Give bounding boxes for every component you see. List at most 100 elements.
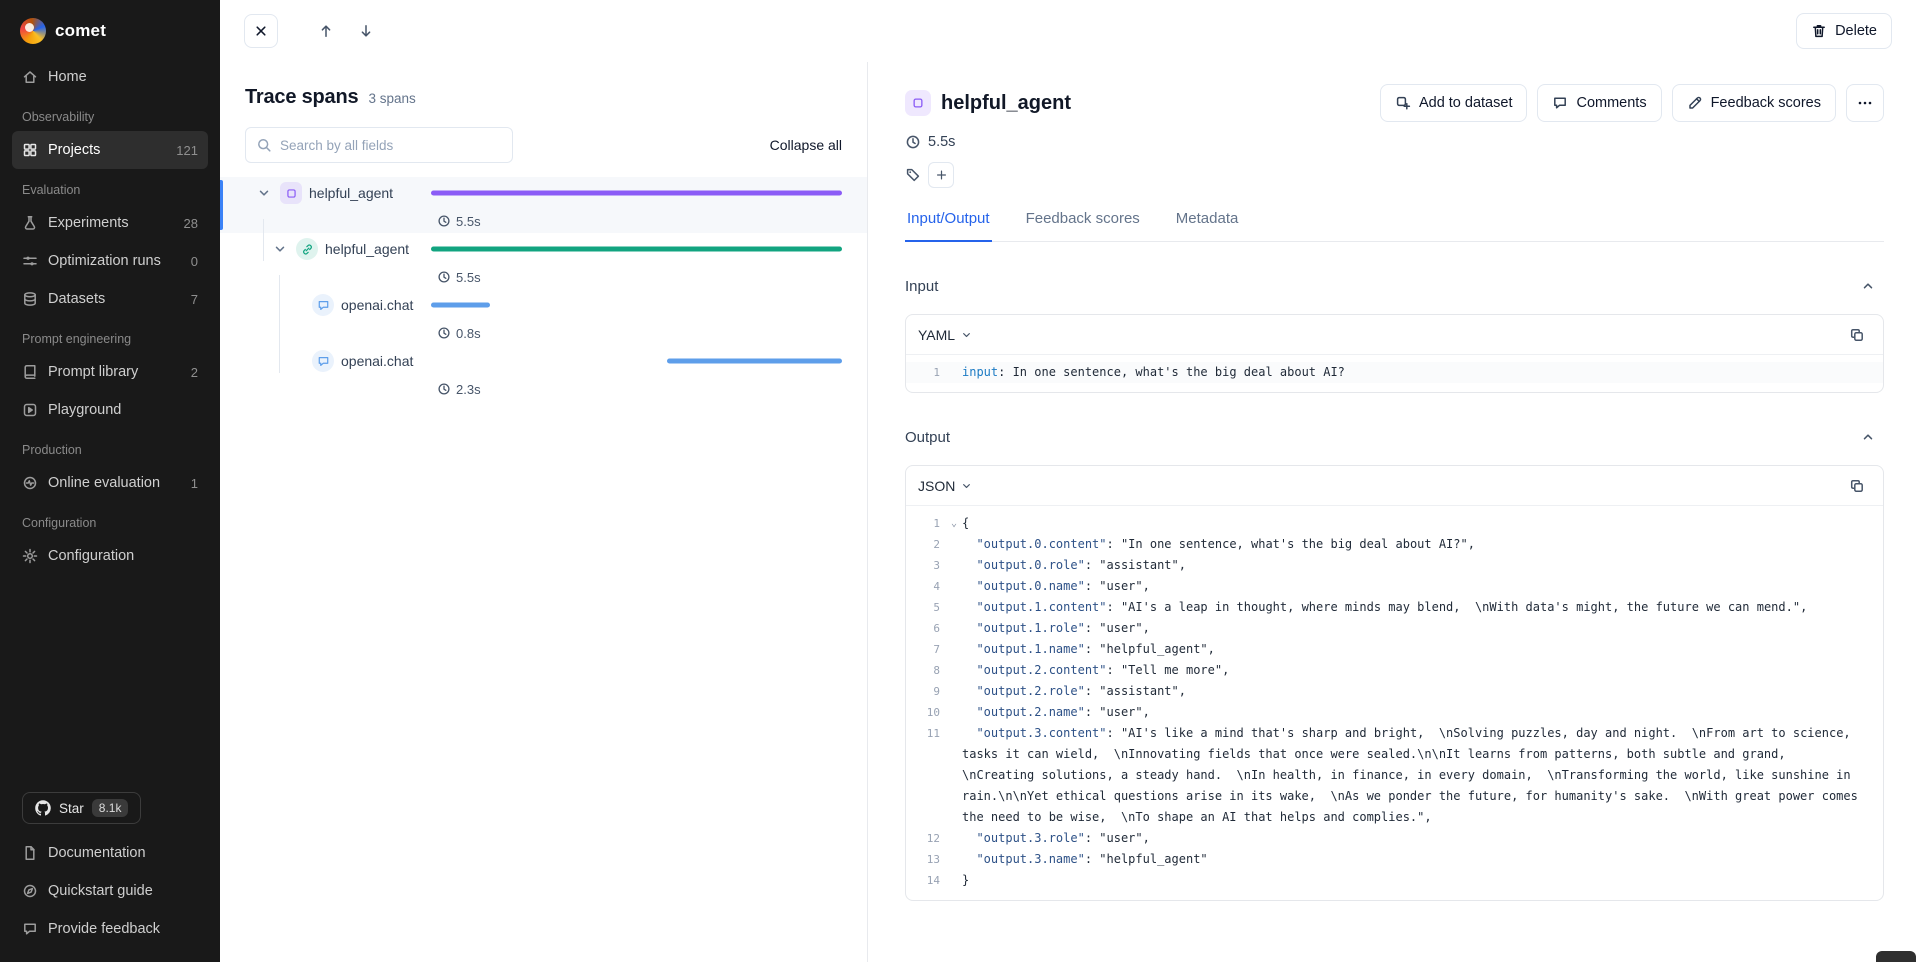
flask-icon xyxy=(22,215,38,231)
sidebar-item-datasets[interactable]: Datasets7 xyxy=(12,280,208,318)
chat-widget[interactable] xyxy=(1876,951,1916,962)
add-to-dataset-label: Add to dataset xyxy=(1419,95,1513,111)
comments-button[interactable]: Comments xyxy=(1537,84,1661,122)
comet-logo-text: comet xyxy=(55,21,106,41)
span-duration: 5.5s xyxy=(456,270,481,285)
code-line: 4 "output.0.name": "user", xyxy=(906,576,1883,597)
sidebar-section-label-observability: Observability xyxy=(12,96,208,131)
code-text: { xyxy=(962,513,1883,534)
code-line: 9 "output.2.role": "assistant", xyxy=(906,681,1883,702)
expand-chevron-button[interactable] xyxy=(271,240,289,258)
span-duration-bar[interactable] xyxy=(667,359,842,364)
copy-output-button[interactable] xyxy=(1843,472,1871,500)
line-number: 9 xyxy=(906,681,946,702)
chevron-down-icon xyxy=(960,328,973,341)
chain-icon xyxy=(296,238,318,260)
line-number: 10 xyxy=(906,702,946,723)
span-duration-bar[interactable] xyxy=(431,303,490,308)
span-row-openai-chat[interactable]: openai.chat2.3s xyxy=(220,345,867,401)
tab-input-output[interactable]: Input/Output xyxy=(905,210,992,242)
span-duration-bar[interactable] xyxy=(431,247,842,252)
feedback-scores-button[interactable]: Feedback scores xyxy=(1672,84,1836,122)
trace-icon xyxy=(280,182,302,204)
line-number: 12 xyxy=(906,828,946,849)
arrow-up-icon xyxy=(318,23,334,39)
add-tag-button[interactable] xyxy=(928,162,954,188)
sidebar-footer: Star 8.1k DocumentationQuickstart guideP… xyxy=(0,782,220,962)
code-line: 2 "output.0.content": "In one sentence, … xyxy=(906,534,1883,555)
spans-search-input[interactable] xyxy=(280,138,502,153)
collapse-output-button[interactable] xyxy=(1852,421,1884,453)
line-number: 6 xyxy=(906,618,946,639)
tree-connector xyxy=(263,219,264,261)
input-format-select[interactable]: YAML xyxy=(918,327,973,343)
sidebar-item-configuration[interactable]: Configuration xyxy=(12,537,208,575)
trace-type-icon xyxy=(910,95,926,111)
code-line: 1⌄{ xyxy=(906,513,1883,534)
plus-icon xyxy=(935,169,948,182)
fold-caret[interactable]: ⌄ xyxy=(946,513,962,534)
input-format-value: YAML xyxy=(918,327,955,343)
sidebar-item-documentation[interactable]: Documentation xyxy=(12,834,208,872)
sidebar-item-count: 121 xyxy=(176,143,198,158)
trace-spans-count: 3 spans xyxy=(368,91,415,106)
line-number: 11 xyxy=(906,723,946,828)
tab-feedback-scores[interactable]: Feedback scores xyxy=(1024,210,1142,242)
fold-caret xyxy=(946,870,962,891)
code-line: 5 "output.1.content": "AI's a leap in th… xyxy=(906,597,1883,618)
comet-logo[interactable]: comet xyxy=(0,0,220,52)
output-format-select[interactable]: JSON xyxy=(918,478,973,494)
fold-caret xyxy=(946,576,962,597)
sidebar-item-quickstart-guide[interactable]: Quickstart guide xyxy=(12,872,208,910)
detail-tabs: Input/Output Feedback scores Metadata xyxy=(905,210,1884,242)
sidebar-item-label: Projects xyxy=(48,142,100,158)
sidebar-item-online-evaluation[interactable]: Online evaluation1 xyxy=(12,464,208,502)
code-line: 12 "output.3.role": "user", xyxy=(906,828,1883,849)
code-line: 10 "output.2.name": "user", xyxy=(906,702,1883,723)
input-section: Input YAML 1input: In one sentence, what… xyxy=(905,270,1884,393)
span-duration-bar[interactable] xyxy=(431,191,842,196)
next-trace-button[interactable] xyxy=(350,15,382,47)
trace-spans-title: Trace spans xyxy=(245,86,358,109)
sidebar-nav: HomeObservabilityProjects121EvaluationEx… xyxy=(0,52,220,782)
span-row-helpful-agent[interactable]: helpful_agent5.5s xyxy=(220,233,867,289)
close-button[interactable] xyxy=(244,14,278,48)
edit-icon xyxy=(1687,95,1703,111)
code-text: input: In one sentence, what's the big d… xyxy=(962,362,1883,383)
copy-input-button[interactable] xyxy=(1843,321,1871,349)
sidebar-item-optimization-runs[interactable]: Optimization runs0 xyxy=(12,242,208,280)
play-icon xyxy=(22,402,38,418)
add-to-dataset-button[interactable]: Add to dataset xyxy=(1380,84,1528,122)
span-duration: 0.8s xyxy=(456,326,481,341)
span-row-openai-chat[interactable]: openai.chat0.8s xyxy=(220,289,867,345)
code-text: "output.3.name": "helpful_agent" xyxy=(962,849,1883,870)
chevron-down-icon xyxy=(960,479,973,492)
grid-icon xyxy=(22,142,38,158)
code-text: } xyxy=(962,870,1883,891)
sidebar-item-count: 28 xyxy=(184,216,198,231)
span-row-helpful-agent[interactable]: helpful_agent5.5s xyxy=(220,177,867,233)
github-star-button[interactable]: Star 8.1k xyxy=(22,792,141,824)
sidebar-item-provide-feedback[interactable]: Provide feedback xyxy=(12,910,208,948)
sidebar-item-experiments[interactable]: Experiments28 xyxy=(12,204,208,242)
collapse-input-button[interactable] xyxy=(1852,270,1884,302)
sidebar-item-home[interactable]: Home xyxy=(12,58,208,96)
add-dataset-icon xyxy=(1395,95,1411,111)
sidebar: comet HomeObservabilityProjects121Evalua… xyxy=(0,0,220,962)
tab-metadata[interactable]: Metadata xyxy=(1174,210,1241,242)
code-text: "output.1.name": "helpful_agent", xyxy=(962,639,1883,660)
expand-chevron-button[interactable] xyxy=(255,184,273,202)
more-icon xyxy=(1857,95,1873,111)
collapse-all-button[interactable]: Collapse all xyxy=(770,137,842,153)
sidebar-item-playground[interactable]: Playground xyxy=(12,391,208,429)
more-actions-button[interactable] xyxy=(1846,84,1884,122)
delete-button[interactable]: Delete xyxy=(1796,13,1892,49)
span-name: openai.chat xyxy=(341,353,413,369)
previous-trace-button[interactable] xyxy=(310,15,342,47)
code-text: "output.3.role": "user", xyxy=(962,828,1883,849)
trash-icon xyxy=(1811,23,1827,39)
span-bar-track xyxy=(431,177,842,209)
sidebar-item-prompt-library[interactable]: Prompt library2 xyxy=(12,353,208,391)
sidebar-item-projects[interactable]: Projects 121 xyxy=(12,131,208,169)
sidebar-item-label: Datasets xyxy=(48,291,105,307)
